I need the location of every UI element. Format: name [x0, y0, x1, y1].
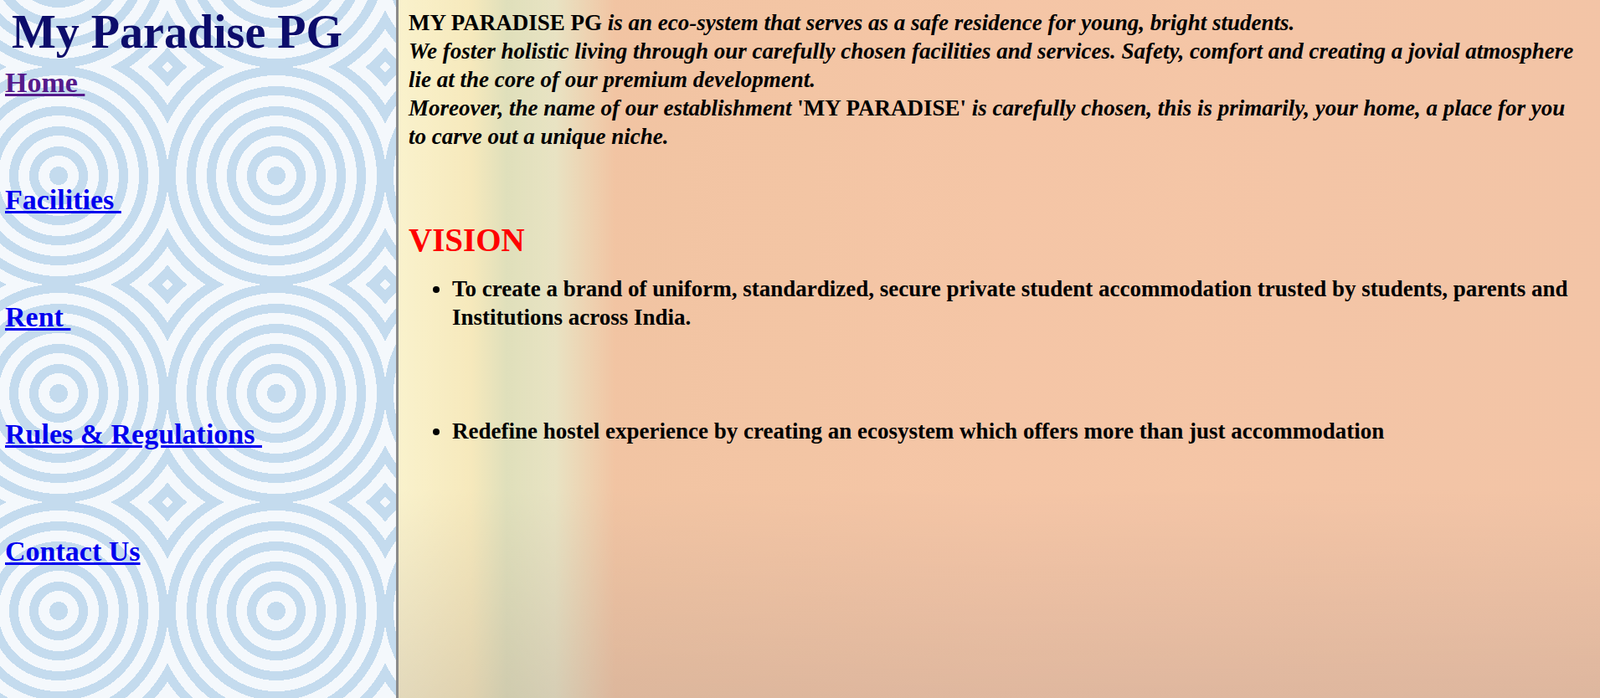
intro-paragraph: Moreover, the name of our establishment … [408, 93, 1580, 151]
sidebar: My Paradise PGHome Facilities Rent Rules… [0, 0, 399, 698]
nav-link[interactable]: Facilities [5, 182, 122, 218]
vision-list: To create a brand of uniform, standardiz… [408, 274, 1580, 446]
vision-item: To create a brand of uniform, standardiz… [452, 274, 1580, 332]
nav-menu: Home Facilities Rent Rules & Regulations… [5, 63, 391, 570]
intro-text: MY PARADISE PG is an eco-system that ser… [408, 8, 1580, 151]
nav-link[interactable]: Rent [5, 299, 71, 335]
intro-paragraph: We foster holistic living through our ca… [408, 36, 1580, 94]
vision-heading: VISION [408, 221, 1580, 260]
content-panel: MY PARADISE PG is an eco-system that ser… [398, 0, 1600, 698]
intro-segment: 'MY PARADISE' [797, 95, 967, 121]
vision-item: Redefine hostel experience by creating a… [452, 416, 1580, 446]
nav-link[interactable]: Home [5, 65, 85, 101]
intro-segment: Moreover, the name of our establishment [408, 95, 798, 121]
nav-link[interactable]: Contact Us [5, 534, 140, 570]
page: My Paradise PGHome Facilities Rent Rules… [0, 0, 1600, 698]
intro-segment: MY PARADISE PG [408, 10, 602, 36]
intro-segment: We foster holistic living through our ca… [408, 38, 1574, 93]
nav-link[interactable]: Rules & Regulations [5, 416, 263, 453]
intro-segment: is an eco-system that serves as a safe r… [601, 10, 1295, 36]
intro-paragraph: MY PARADISE PG is an eco-system that ser… [408, 8, 1580, 37]
site-title: My Paradise PG [11, 6, 391, 59]
